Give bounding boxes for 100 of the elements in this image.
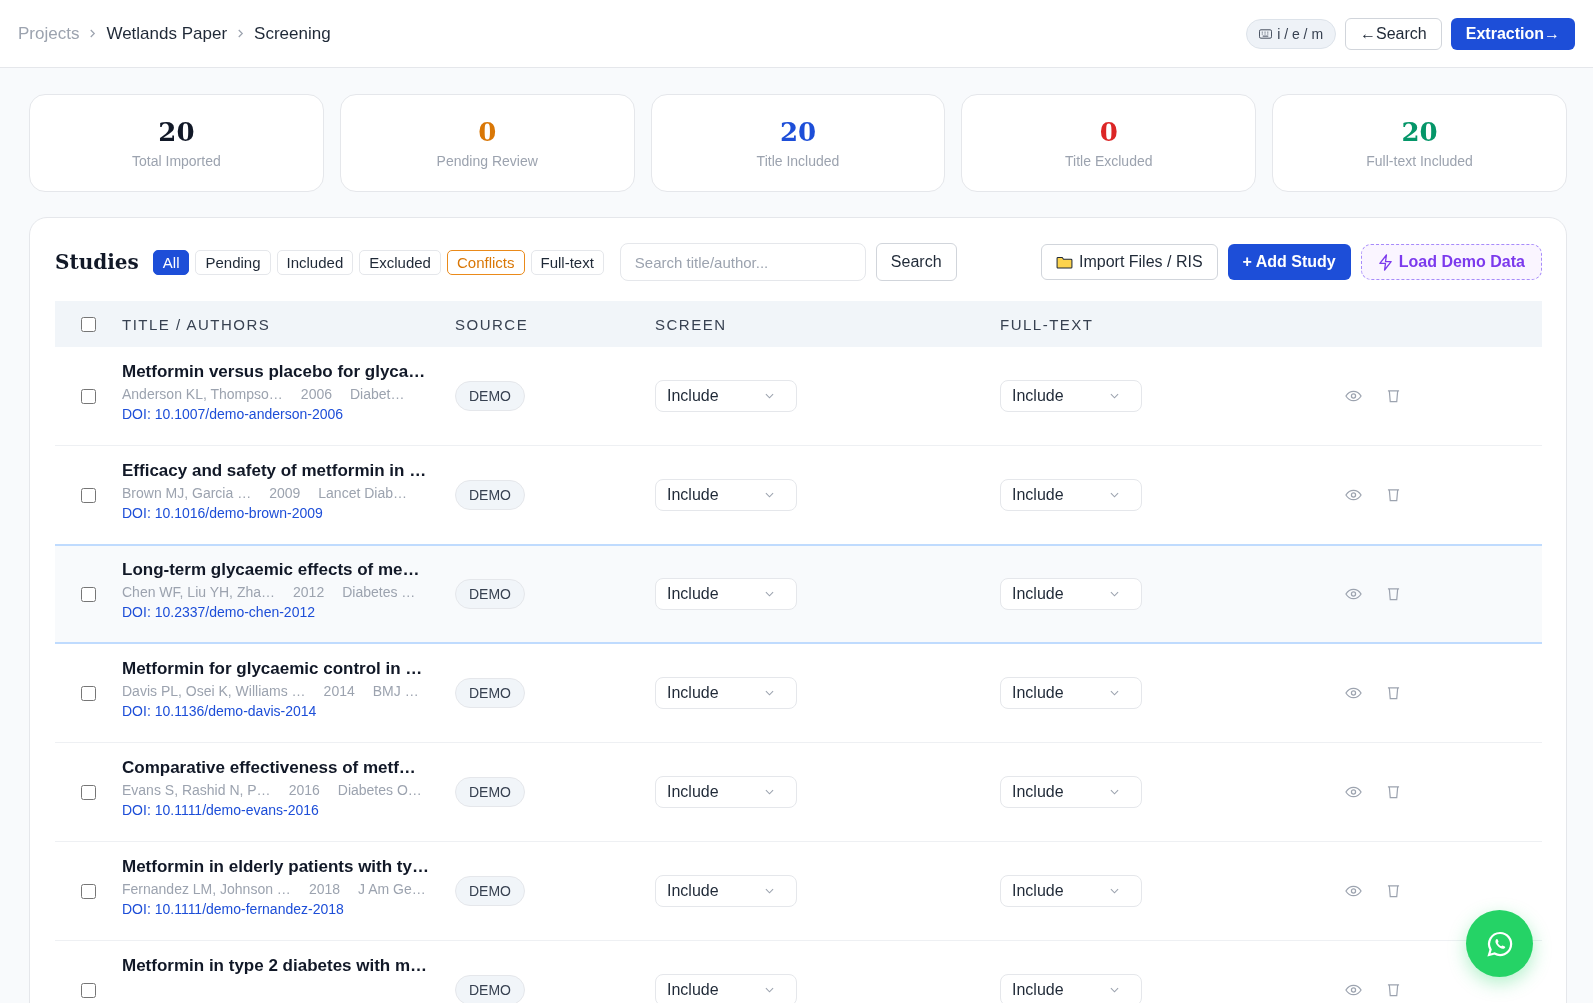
trash-icon[interactable] — [1387, 884, 1400, 898]
fulltext-dropdown[interactable]: Include — [1000, 380, 1142, 412]
chat-icon — [1485, 929, 1514, 958]
stat-value: 20 — [1401, 117, 1438, 147]
row-checkbox[interactable] — [81, 388, 96, 404]
study-journal: J Am Ge… — [358, 881, 426, 897]
study-year: 2016 — [288, 782, 320, 798]
caret-icon — [765, 888, 774, 894]
fulltext-dropdown[interactable]: Include — [1000, 974, 1142, 1003]
add-study-button[interactable]: + Add Study — [1227, 244, 1351, 280]
row-checkbox[interactable] — [81, 685, 96, 701]
filter-tab[interactable]: All — [152, 249, 190, 275]
screen-dropdown[interactable]: Include — [655, 380, 797, 412]
filter-tab[interactable]: Full-text — [530, 249, 604, 275]
study-authors: Anderson KL, Thompso… — [122, 386, 283, 402]
row-checkbox[interactable] — [81, 784, 96, 800]
fulltext-dropdown[interactable]: Include — [1000, 578, 1142, 610]
search-field[interactable]: Search title/author... — [619, 243, 866, 281]
source-badge: DEMO — [455, 876, 525, 906]
caret-icon — [765, 591, 774, 597]
view-icon[interactable] — [1345, 984, 1362, 996]
trash-icon[interactable] — [1387, 785, 1400, 799]
trash-icon[interactable] — [1387, 587, 1400, 601]
caret-icon — [1110, 591, 1119, 597]
screen-dropdown[interactable]: Include — [655, 776, 797, 808]
view-icon[interactable] — [1345, 390, 1362, 402]
fulltext-dropdown[interactable]: Include — [1000, 677, 1142, 709]
select-all-checkbox[interactable] — [81, 316, 96, 332]
doi-link[interactable]: DOI: 10.1007/demo-anderson-2006 — [122, 406, 455, 422]
row-checkbox[interactable] — [81, 487, 96, 503]
study-authors: Brown MJ, Garcia … — [122, 485, 252, 501]
study-title: Efficacy and safety of metformin in … — [122, 461, 428, 481]
trash-icon[interactable] — [1387, 686, 1400, 700]
study-journal: BMJ … — [372, 683, 419, 699]
caret-icon — [1110, 888, 1119, 894]
study-title: Long-term glycaemic effects of me… — [122, 560, 421, 580]
screen-dropdown[interactable]: Include — [655, 875, 797, 907]
screen-dropdown[interactable]: Include — [655, 479, 797, 511]
trash-icon[interactable] — [1387, 389, 1400, 403]
study-year: 2006 — [300, 386, 332, 402]
study-year: 2018 — [308, 881, 341, 897]
filter-tab[interactable]: Pending — [195, 249, 271, 275]
study-journal: Lancet Diab… — [318, 485, 407, 501]
row-checkbox[interactable] — [81, 883, 96, 899]
folder-icon — [1056, 255, 1073, 269]
row-checkbox[interactable] — [81, 982, 96, 998]
stat-label: Total Imported — [132, 153, 221, 169]
view-icon[interactable] — [1345, 489, 1362, 501]
caret-icon — [1110, 393, 1119, 399]
shortcut-keys: i / e / m — [1277, 25, 1324, 42]
study-journal: Diabetes O… — [337, 782, 422, 798]
source-badge: DEMO — [455, 381, 525, 411]
view-icon[interactable] — [1345, 885, 1362, 897]
source-badge: DEMO — [455, 579, 525, 609]
breadcrumb-link[interactable]: Screening — [254, 23, 331, 44]
fulltext-dropdown[interactable]: Include — [1000, 479, 1142, 511]
column-header: SOURCE — [455, 315, 530, 333]
study-journal: Diabetes … — [342, 584, 416, 600]
import-button[interactable]: Import Files / RIS — [1041, 244, 1218, 280]
doi-link[interactable]: DOI: 10.1111/demo-fernandez-2018 — [122, 901, 455, 917]
stat-label: Title Included — [756, 153, 840, 169]
study-title: Metformin in elderly patients with ty… — [122, 857, 430, 877]
caret-icon — [765, 393, 774, 399]
study-title: Metformin versus placebo for glyca… — [122, 362, 427, 382]
fulltext-dropdown[interactable]: Include — [1000, 776, 1142, 808]
breadcrumb-link[interactable]: Wetlands Paper — [106, 23, 228, 44]
load-demo-button[interactable]: Load Demo Data — [1360, 244, 1542, 280]
row-checkbox[interactable] — [81, 586, 96, 602]
lightning-icon — [1377, 253, 1393, 271]
study-title: Comparative effectiveness of metf… — [122, 758, 417, 778]
trash-icon[interactable] — [1387, 983, 1400, 997]
stat-label: Title Excluded — [1065, 153, 1153, 169]
source-badge: DEMO — [455, 480, 525, 510]
view-icon[interactable] — [1345, 786, 1362, 798]
screen-dropdown[interactable]: Include — [655, 974, 797, 1003]
source-badge: DEMO — [455, 777, 525, 807]
caret-icon — [765, 492, 774, 498]
trash-icon[interactable] — [1387, 488, 1400, 502]
stat-value: 20 — [158, 117, 195, 147]
study-authors: Chen WF, Liu YH, Zha… — [122, 584, 276, 600]
screen-dropdown[interactable]: Include — [655, 677, 797, 709]
view-icon[interactable] — [1345, 588, 1362, 600]
doi-link[interactable]: DOI: 10.1111/demo-evans-2016 — [122, 802, 455, 818]
chevron-icon — [237, 29, 245, 38]
doi-link[interactable]: DOI: 10.1016/demo-brown-2009 — [122, 505, 455, 521]
search-button[interactable]: Search — [875, 243, 957, 281]
filter-tab[interactable]: Excluded — [359, 249, 441, 275]
doi-link[interactable]: DOI: 10.1136/demo-davis-2014 — [122, 703, 455, 719]
view-icon[interactable] — [1345, 687, 1362, 699]
study-journal: Diabet… — [350, 386, 405, 402]
caret-icon — [1110, 789, 1119, 795]
doi-link[interactable]: DOI: 10.2337/demo-chen-2012 — [122, 604, 455, 620]
chevron-icon — [89, 29, 97, 38]
column-header: FULL-TEXT — [1000, 315, 1095, 333]
filter-tab[interactable]: Included — [276, 249, 354, 275]
screen-dropdown[interactable]: Include — [655, 578, 797, 610]
stat-label: Pending Review — [436, 153, 538, 169]
back-button[interactable]: ←Search — [1345, 17, 1442, 50]
fulltext-dropdown[interactable]: Include — [1000, 875, 1142, 907]
next-button[interactable]: Extraction→ — [1450, 17, 1575, 50]
